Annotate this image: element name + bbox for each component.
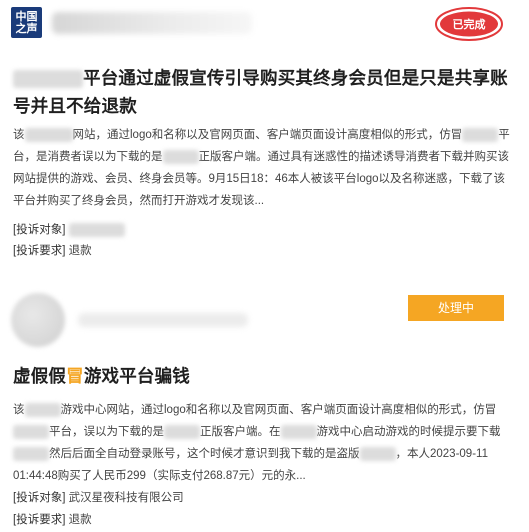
complaint-summary: 该网站，通过logo和名称以及官网页面、客户端页面设计高度相似的形式，仿冒 平台，…: [13, 127, 510, 207]
redacted-text: [164, 424, 200, 439]
redacted-text: [24, 127, 73, 142]
complaint-object: [投诉对象]: [13, 220, 125, 240]
complaint-object: [投诉对象] 武汉星夜科技有限公司: [13, 492, 184, 504]
redacted-text: [162, 149, 199, 164]
complaint-card[interactable]: 处理中 虚假假冒游戏平台骗钱 该游戏中心网站，通过logo和名称以及官网页面、客…: [0, 285, 529, 532]
redacted-text: [280, 424, 317, 439]
redacted-object: [68, 222, 125, 237]
redacted-text: [13, 424, 49, 439]
redacted-user-name: [78, 313, 248, 327]
complaint-request: [投诉要求] 退款: [13, 245, 92, 257]
redacted-text: [13, 446, 49, 461]
complaint-summary: 该游戏中心网站，通过logo和名称以及官网页面、客户端页面设计高度相似的形式，仿…: [13, 402, 501, 482]
status-badge: 处理中: [408, 295, 504, 321]
avatar: [11, 293, 65, 347]
redacted-text: [13, 70, 83, 89]
logo-text-line2: 之声: [15, 23, 38, 35]
card-header: 中国 之声 已完成: [0, 0, 529, 52]
status-text: 已完成: [453, 17, 486, 31]
complaint-title[interactable]: 虚假假冒游戏平台骗钱: [13, 362, 513, 390]
complaint-title[interactable]: 平台通过虚假宣传引导购买其终身会员但是只是共享账号并且不给退款: [13, 64, 513, 120]
redacted-publisher-name: [52, 12, 252, 34]
card-header: 处理中: [0, 285, 529, 347]
redacted-text: [24, 402, 61, 417]
complaint-card[interactable]: 中国 之声 已完成 平台通过虚假宣传引导购买其终身会员但是只是共享账号并且不给退…: [0, 0, 529, 268]
logo-text-line1: 中国: [15, 11, 38, 23]
redacted-text: [462, 127, 499, 142]
completed-stamp: 已完成: [435, 7, 503, 41]
complaint-request: [投诉要求] 退款: [13, 514, 92, 526]
publisher-logo: 中国 之声: [11, 7, 42, 38]
redacted-text: [359, 446, 396, 461]
